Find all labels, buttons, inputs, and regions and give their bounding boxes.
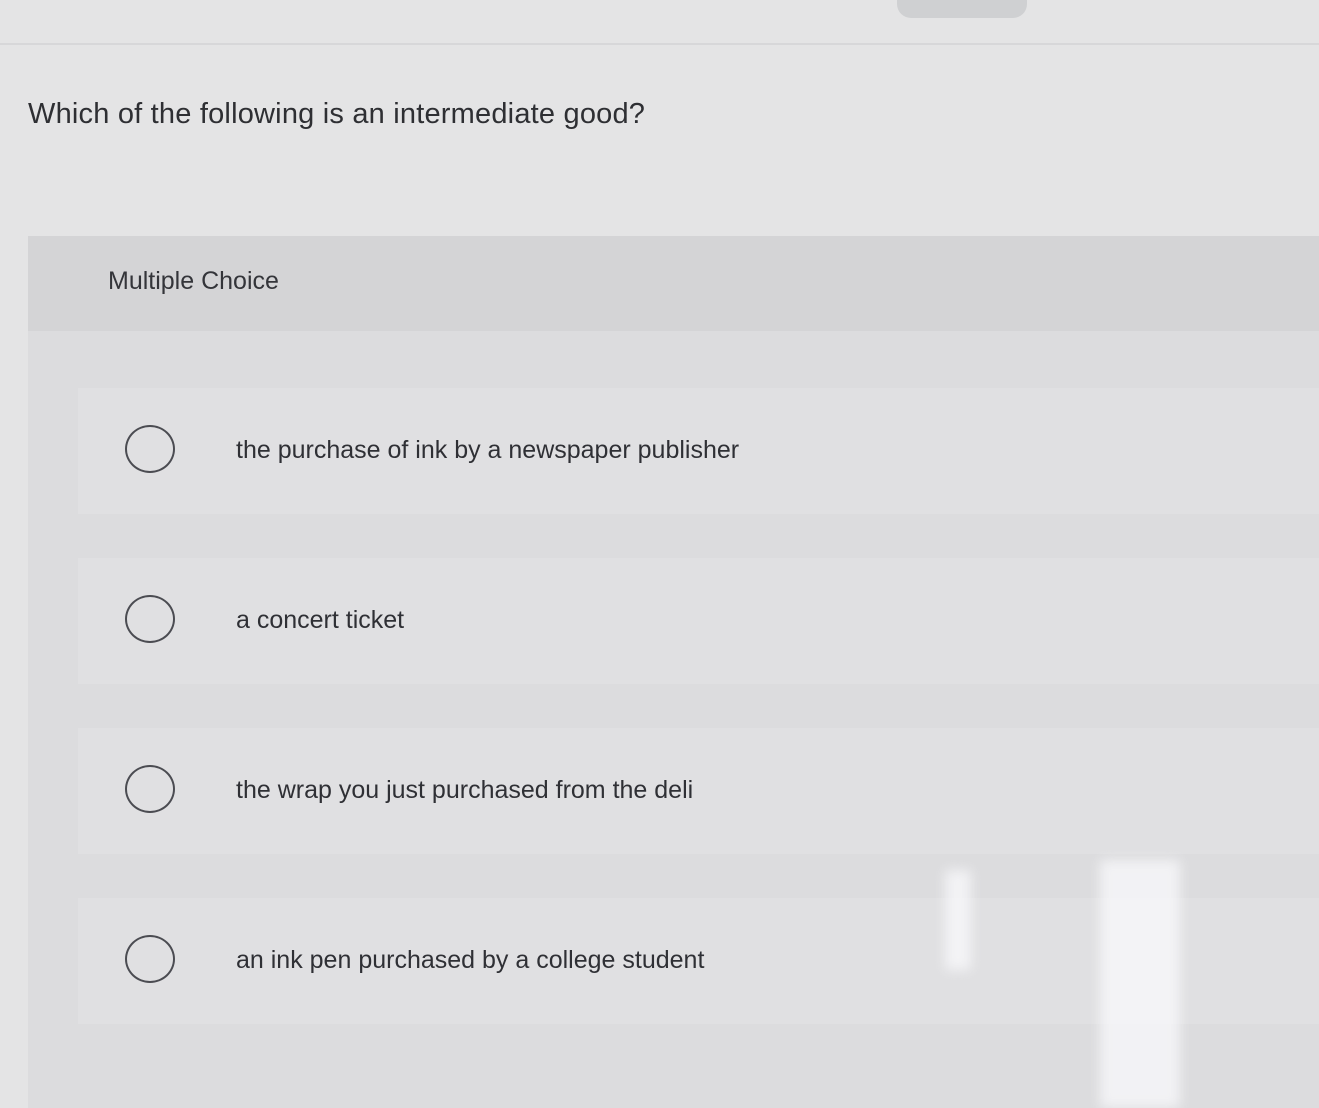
radio-button-icon[interactable] xyxy=(125,425,175,473)
answer-option-label: an ink pen purchased by a college studen… xyxy=(236,946,705,974)
answer-option-label: a concert ticket xyxy=(236,606,405,634)
radio-button-icon[interactable] xyxy=(125,595,175,643)
question-prompt: Which of the following is an intermediat… xyxy=(28,98,646,130)
answer-option-1[interactable]: the purchase of ink by a newspaper publi… xyxy=(78,388,1319,514)
answer-option-label: the wrap you just purchased from the del… xyxy=(236,776,694,804)
answer-option-2[interactable]: a concert ticket xyxy=(78,558,1319,684)
multiple-choice-header: Multiple Choice xyxy=(28,236,1319,331)
answer-option-4[interactable]: an ink pen purchased by a college studen… xyxy=(78,898,1319,1024)
header-divider xyxy=(0,43,1319,45)
multiple-choice-label: Multiple Choice xyxy=(108,267,279,295)
top-tab-button[interactable] xyxy=(897,0,1027,18)
radio-button-icon[interactable] xyxy=(125,765,175,813)
answer-option-3[interactable]: the wrap you just purchased from the del… xyxy=(78,728,1319,854)
radio-button-icon[interactable] xyxy=(125,935,175,983)
answer-option-label: the purchase of ink by a newspaper publi… xyxy=(236,436,740,464)
multiple-choice-panel: Multiple Choice the purchase of ink by a… xyxy=(28,236,1319,1108)
